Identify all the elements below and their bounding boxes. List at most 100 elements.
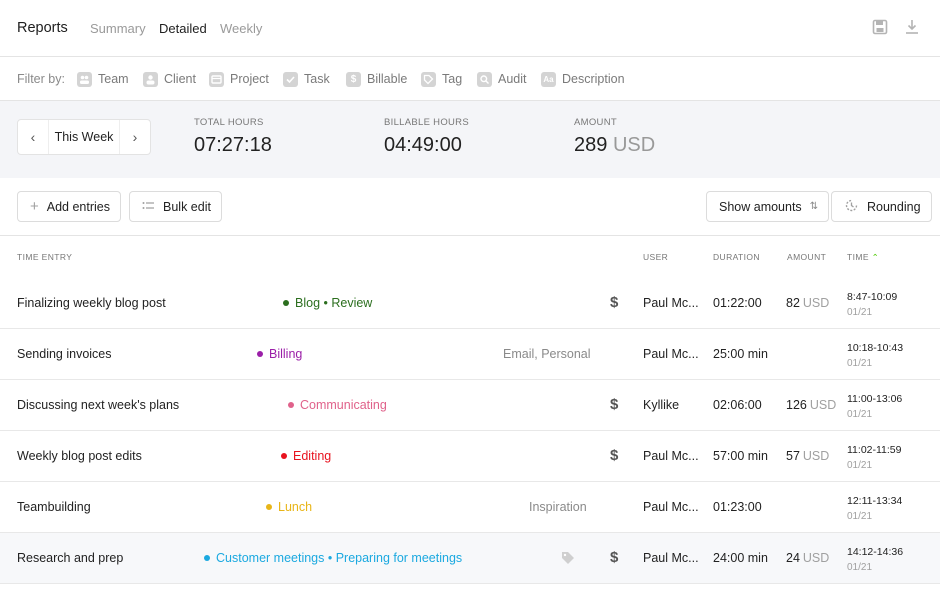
table-row[interactable]: Teambuilding Lunch Inspiration Paul Mc..… [0, 482, 940, 533]
filter-audit[interactable]: Audit [477, 70, 527, 88]
entry-project[interactable]: Lunch [266, 500, 312, 514]
billable-icon[interactable]: $ [610, 396, 618, 413]
project-color-dot [257, 351, 263, 357]
amount-unit: USD [802, 296, 830, 310]
filter-bar: Filter by: Team Client Project Task $ Bi… [0, 57, 940, 101]
rounding-icon [844, 198, 859, 216]
entry-description[interactable]: Research and prep [17, 551, 123, 565]
chevron-left-icon[interactable]: ‹ [18, 120, 48, 154]
project-color-dot [283, 300, 289, 306]
filter-task[interactable]: Task [283, 70, 330, 88]
entry-description[interactable]: Teambuilding [17, 500, 91, 514]
billable-icon: $ [346, 71, 361, 87]
entry-duration[interactable]: 01:22:00 [713, 296, 762, 310]
entry-user: Paul Mc... [643, 296, 699, 310]
amount-number: 57 [786, 449, 800, 463]
col-user[interactable]: USER [643, 252, 668, 262]
col-duration[interactable]: DURATION [713, 252, 760, 262]
entry-tags[interactable]: Inspiration [529, 500, 587, 514]
filter-billable[interactable]: $ Billable [346, 70, 407, 88]
billable-icon[interactable]: $ [610, 447, 618, 464]
task-icon [283, 71, 298, 87]
project-color-dot [204, 555, 210, 561]
project-label: Blog • Review [295, 296, 373, 310]
filter-label: Filter by: [17, 72, 65, 86]
entry-project[interactable]: Customer meetings • Preparing for meetin… [204, 551, 462, 565]
entry-time[interactable]: 12:11-13:34 01/21 [847, 493, 902, 525]
add-entries-button[interactable]: + Add entries [17, 191, 121, 222]
entry-description[interactable]: Finalizing weekly blog post [17, 296, 166, 310]
entry-tags[interactable]: Email, Personal [503, 347, 591, 361]
amount-number: 126 [786, 398, 807, 412]
period-selector[interactable]: This Week [48, 120, 120, 154]
time-range: 11:00-13:06 [847, 393, 903, 405]
rounding-label: Rounding [867, 199, 921, 214]
filter-tag-label: Tag [442, 72, 463, 86]
rounding-button[interactable]: Rounding [831, 191, 932, 222]
entry-user: Paul Mc... [643, 449, 699, 463]
amount-unit: USD [802, 551, 830, 565]
show-amounts-select[interactable]: Show amounts ⇅ [706, 191, 830, 222]
team-icon [77, 71, 92, 87]
save-icon[interactable] [872, 19, 890, 37]
entry-project[interactable]: Communicating [288, 398, 387, 412]
tab-weekly[interactable]: Weekly [220, 21, 262, 36]
entry-duration[interactable]: 25:00 min [713, 347, 768, 361]
entry-project[interactable]: Editing [281, 449, 331, 463]
entry-user: Paul Mc... [643, 551, 699, 565]
week-navigator: ‹ This Week › [17, 119, 151, 155]
entry-description[interactable]: Discussing next week's plans [17, 398, 179, 412]
entry-duration[interactable]: 01:23:00 [713, 500, 762, 514]
entry-project[interactable]: Blog • Review [283, 296, 372, 310]
filter-client[interactable]: Client [143, 70, 196, 88]
tab-summary[interactable]: Summary [90, 21, 146, 36]
entry-date: 01/21 [847, 409, 873, 420]
tab-detailed[interactable]: Detailed [159, 21, 207, 36]
filter-team[interactable]: Team [77, 70, 129, 88]
entry-duration[interactable]: 24:00 min [713, 551, 768, 565]
entry-date: 01/21 [847, 358, 873, 369]
col-time[interactable]: TIME ⌃ [847, 252, 879, 263]
entry-user: Paul Mc... [643, 500, 699, 514]
entry-description[interactable]: Weekly blog post edits [17, 449, 142, 463]
entry-time[interactable]: 14:12-14:36 01/21 [847, 544, 903, 576]
download-icon[interactable] [904, 19, 922, 37]
entry-time[interactable]: 11:02-11:59 01/21 [847, 442, 902, 474]
amount-number: 24 [786, 551, 800, 565]
time-range: 12:11-13:34 [847, 495, 903, 507]
entry-time[interactable]: 8:47-10:09 01/21 [847, 289, 897, 321]
project-label: Billing [269, 347, 303, 361]
col-amount[interactable]: AMOUNT [787, 252, 826, 262]
bulk-edit-button[interactable]: Bulk edit [129, 191, 222, 222]
billable-icon[interactable]: $ [610, 549, 618, 566]
entry-project[interactable]: Billing [257, 347, 302, 361]
entry-description[interactable]: Sending invoices [17, 347, 112, 361]
filter-description[interactable]: Aa Description [541, 70, 625, 88]
chevron-right-icon[interactable]: › [120, 120, 150, 154]
entry-time[interactable]: 10:18-10:43 01/21 [847, 340, 903, 372]
filter-client-label: Client [164, 72, 196, 86]
table-row[interactable]: Weekly blog post edits Editing $ Paul Mc… [0, 431, 940, 482]
billable-icon[interactable]: $ [610, 294, 618, 311]
billable-hours-stat: BILLABLE HOURS 04:49:00 [384, 117, 469, 157]
amount-value-line: 289 USD [574, 134, 655, 157]
entry-time[interactable]: 11:00-13:06 01/21 [847, 391, 902, 423]
filter-tag[interactable]: Tag [421, 70, 462, 88]
table-row[interactable]: Finalizing weekly blog post Blog • Revie… [0, 278, 940, 329]
amount-unit: USD [809, 398, 837, 412]
tag-icon[interactable] [560, 550, 576, 569]
col-time-label: TIME [847, 252, 869, 262]
amount-stat: AMOUNT 289 USD [574, 117, 655, 157]
amount-unit: USD [612, 134, 656, 156]
table-row[interactable]: Research and prep Customer meetings • Pr… [0, 533, 940, 584]
table-row[interactable]: Sending invoices Billing Email, Personal… [0, 329, 940, 380]
filter-team-label: Team [98, 72, 129, 86]
col-time-entry[interactable]: TIME ENTRY [17, 252, 72, 262]
sort-arrows-icon: ⇅ [809, 201, 819, 212]
project-label: Lunch [278, 500, 313, 514]
project-color-dot [266, 504, 272, 510]
entry-duration[interactable]: 02:06:00 [713, 398, 762, 412]
filter-project[interactable]: Project [209, 70, 269, 88]
entry-duration[interactable]: 57:00 min [713, 449, 768, 463]
table-row[interactable]: Discussing next week's plans Communicati… [0, 380, 940, 431]
